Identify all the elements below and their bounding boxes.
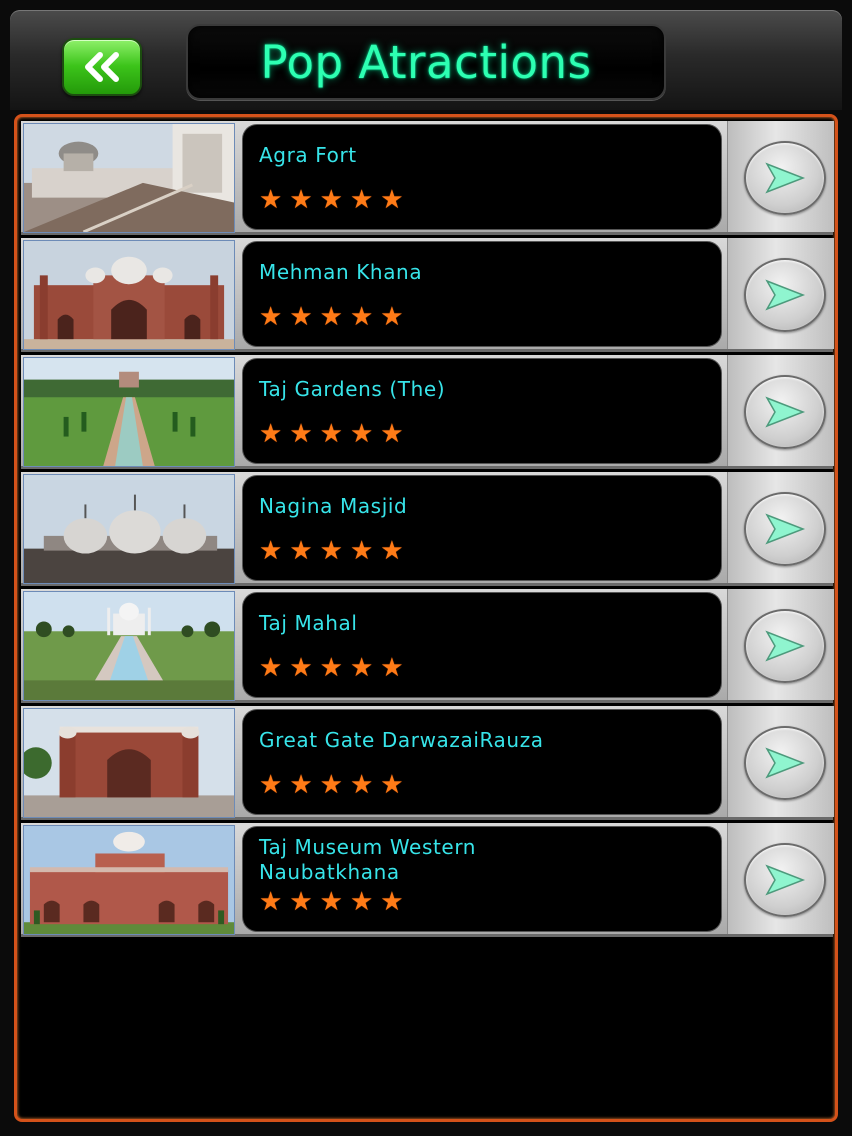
star-icon: ★ <box>289 770 313 800</box>
star-icon: ★ <box>380 770 404 800</box>
play-arrow-icon <box>765 162 806 194</box>
star-icon: ★ <box>259 653 283 683</box>
agra-fort-photo <box>23 123 235 233</box>
attraction-info: Great Gate DarwazaiRauza ★ ★ ★ ★ ★ <box>243 710 721 814</box>
attraction-info: Mehman Khana ★ ★ ★ ★ ★ <box>243 242 721 346</box>
star-icon: ★ <box>319 419 343 449</box>
mehman-khana-photo <box>23 240 235 350</box>
play-arrow-icon <box>765 396 806 428</box>
star-icon: ★ <box>349 770 374 800</box>
star-icon: ★ <box>259 536 283 566</box>
attraction-name: Taj Mahal <box>259 611 358 635</box>
list-item[interactable]: Nagina Masjid ★ ★ ★ ★ ★ <box>21 472 834 586</box>
rating-stars: ★ ★ ★ ★ ★ <box>259 187 404 213</box>
attraction-name: Agra Fort <box>259 143 357 167</box>
rating-stars: ★ ★ ★ ★ ★ <box>259 538 404 564</box>
rating-stars: ★ ★ ★ ★ ★ <box>259 655 404 681</box>
open-detail-button[interactable] <box>744 726 826 800</box>
star-icon: ★ <box>380 185 404 215</box>
attraction-info: Taj Mahal ★ ★ ★ ★ ★ <box>243 593 721 697</box>
play-arrow-icon <box>765 513 806 545</box>
page-title: Pop Atractions <box>260 35 592 89</box>
open-detail-button[interactable] <box>744 375 826 449</box>
list-item[interactable]: Mehman Khana ★ ★ ★ ★ ★ <box>21 238 834 352</box>
play-arrow-icon <box>765 630 806 662</box>
star-icon: ★ <box>289 185 313 215</box>
attraction-name: Nagina Masjid <box>259 494 408 518</box>
star-icon: ★ <box>289 653 313 683</box>
rating-stars: ★ ★ ★ ★ ★ <box>259 889 404 915</box>
title-panel: Pop Atractions <box>186 24 666 100</box>
star-icon: ★ <box>319 887 343 917</box>
star-icon: ★ <box>380 536 404 566</box>
star-icon: ★ <box>380 419 404 449</box>
attraction-list: Agra Fort ★ ★ ★ ★ ★ Mehman Khana ★ ★ ★ ★… <box>14 114 838 1122</box>
star-icon: ★ <box>259 887 283 917</box>
list-item[interactable]: Great Gate DarwazaiRauza ★ ★ ★ ★ ★ <box>21 706 834 820</box>
star-icon: ★ <box>380 887 404 917</box>
attraction-info: Agra Fort ★ ★ ★ ★ ★ <box>243 125 721 229</box>
star-icon: ★ <box>289 887 313 917</box>
open-detail-button[interactable] <box>744 609 826 683</box>
detail-cell <box>727 823 834 934</box>
rating-stars: ★ ★ ★ ★ ★ <box>259 772 404 798</box>
list-item[interactable]: Taj Museum Western Naubatkhana ★ ★ ★ ★ ★ <box>21 823 834 937</box>
detail-cell <box>727 589 834 700</box>
attraction-name: Taj Museum Western Naubatkhana <box>259 835 477 884</box>
attraction-name: Mehman Khana <box>259 260 423 284</box>
star-icon: ★ <box>319 770 343 800</box>
star-icon: ★ <box>259 302 283 332</box>
list-item[interactable]: Taj Mahal ★ ★ ★ ★ ★ <box>21 589 834 703</box>
star-icon: ★ <box>349 185 374 215</box>
open-detail-button[interactable] <box>744 492 826 566</box>
detail-cell <box>727 706 834 817</box>
open-detail-button[interactable] <box>744 258 826 332</box>
rating-stars: ★ ★ ★ ★ ★ <box>259 304 404 330</box>
rating-stars: ★ ★ ★ ★ ★ <box>259 421 404 447</box>
header-bar: Pop Atractions <box>10 10 842 110</box>
attraction-info: Taj Gardens (The) ★ ★ ★ ★ ★ <box>243 359 721 463</box>
star-icon: ★ <box>349 653 374 683</box>
detail-cell <box>727 238 834 349</box>
star-icon: ★ <box>289 302 313 332</box>
star-icon: ★ <box>289 419 313 449</box>
star-icon: ★ <box>319 185 343 215</box>
play-arrow-icon <box>765 864 806 896</box>
play-arrow-icon <box>765 747 806 779</box>
open-detail-button[interactable] <box>744 843 826 917</box>
star-icon: ★ <box>349 887 374 917</box>
nagina-masjid-photo <box>23 474 235 584</box>
list-item[interactable]: Taj Gardens (The) ★ ★ ★ ★ ★ <box>21 355 834 469</box>
star-icon: ★ <box>349 419 374 449</box>
star-icon: ★ <box>319 536 343 566</box>
star-icon: ★ <box>259 185 283 215</box>
taj-mahal-photo <box>23 591 235 701</box>
star-icon: ★ <box>349 302 374 332</box>
star-icon: ★ <box>259 770 283 800</box>
attraction-name: Taj Gardens (The) <box>259 377 446 401</box>
back-button[interactable] <box>62 38 142 96</box>
taj-gardens-photo <box>23 357 235 467</box>
star-icon: ★ <box>319 302 343 332</box>
list-item[interactable]: Agra Fort ★ ★ ★ ★ ★ <box>21 121 834 235</box>
star-icon: ★ <box>289 536 313 566</box>
detail-cell <box>727 121 834 232</box>
detail-cell <box>727 472 834 583</box>
star-icon: ★ <box>349 536 374 566</box>
double-chevron-left-icon <box>85 52 119 82</box>
star-icon: ★ <box>259 419 283 449</box>
star-icon: ★ <box>380 653 404 683</box>
great-gate-photo <box>23 708 235 818</box>
attraction-name: Great Gate DarwazaiRauza <box>259 728 544 752</box>
play-arrow-icon <box>765 279 806 311</box>
attraction-info: Nagina Masjid ★ ★ ★ ★ ★ <box>243 476 721 580</box>
taj-museum-photo <box>23 825 235 935</box>
detail-cell <box>727 355 834 466</box>
star-icon: ★ <box>319 653 343 683</box>
attraction-info: Taj Museum Western Naubatkhana ★ ★ ★ ★ ★ <box>243 827 721 931</box>
open-detail-button[interactable] <box>744 141 826 215</box>
star-icon: ★ <box>380 302 404 332</box>
